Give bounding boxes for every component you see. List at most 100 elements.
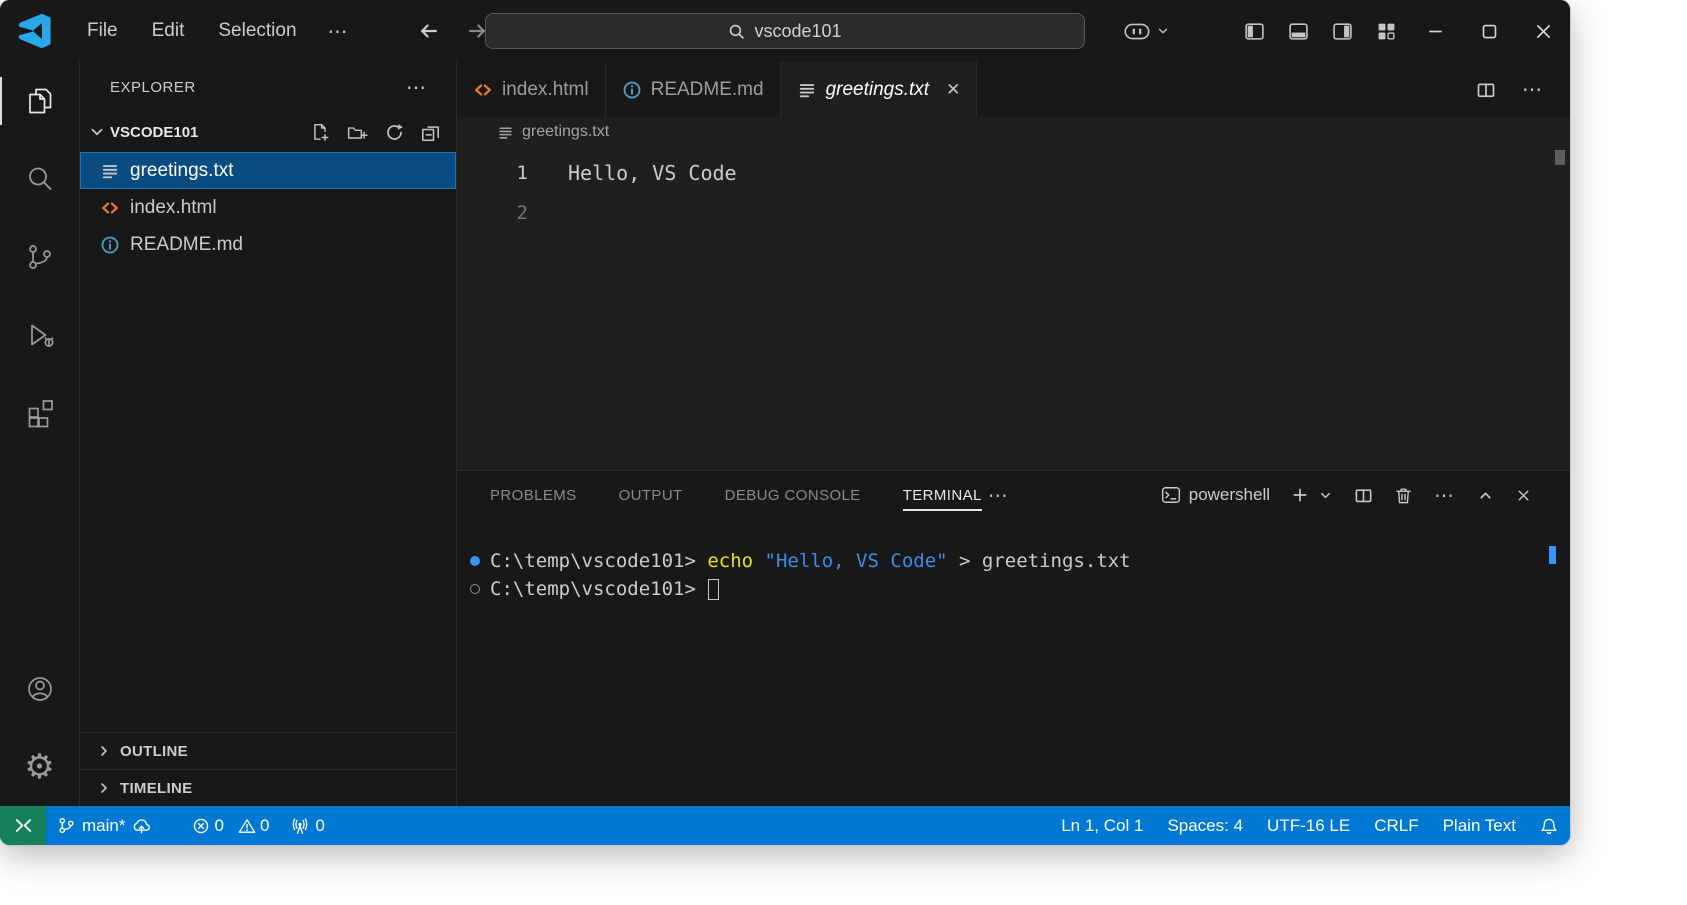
activitybar-extensions[interactable]	[0, 374, 79, 452]
text-file-icon	[100, 161, 120, 181]
close-window-button[interactable]	[1516, 0, 1570, 62]
toggle-primary-sidebar-button[interactable]	[1232, 9, 1276, 53]
toggle-panel-button[interactable]	[1276, 9, 1320, 53]
line-number: 1	[457, 162, 528, 184]
close-panel-icon[interactable]	[1515, 487, 1532, 504]
files-icon	[24, 85, 56, 117]
workspace-name: VSCODE101	[110, 124, 198, 141]
terminal-overview-decoration	[1549, 546, 1556, 564]
chevron-right-icon	[96, 780, 112, 796]
warning-count: 0	[260, 816, 269, 836]
breadcrumbs[interactable]: greetings.txt	[457, 117, 1570, 147]
timeline-section-header[interactable]: TIMELINE	[80, 769, 456, 806]
error-icon	[192, 817, 210, 835]
menu-edit[interactable]: Edit	[135, 14, 202, 48]
notifications-bell-button[interactable]	[1528, 806, 1570, 845]
split-editor-icon[interactable]	[1476, 80, 1496, 100]
copilot-icon	[1124, 22, 1150, 41]
terminal-profile-chevron-icon[interactable]	[1318, 488, 1333, 503]
panel-tabs: PROBLEMS OUTPUT DEBUG CONSOLE TERMINAL	[490, 471, 982, 519]
tab-debug-console[interactable]: DEBUG CONSOLE	[725, 471, 861, 519]
new-folder-icon[interactable]	[347, 124, 368, 141]
error-count: 0	[214, 816, 223, 836]
indentation-item[interactable]: Spaces: 4	[1155, 806, 1255, 845]
activitybar-run-debug[interactable]	[0, 296, 79, 374]
command-decoration-icon[interactable]	[470, 556, 490, 566]
menu-selection[interactable]: Selection	[201, 14, 313, 48]
tab-index-html[interactable]: index.html	[457, 62, 606, 117]
split-terminal-icon[interactable]	[1354, 486, 1373, 505]
panel-more-actions-button[interactable]: ⋯	[1434, 483, 1456, 508]
cursor-position-item[interactable]: Ln 1, Col 1	[1049, 806, 1155, 845]
tab-label: greetings.txt	[826, 79, 930, 101]
file-row-index-html[interactable]: index.html	[80, 189, 456, 226]
back-button[interactable]	[418, 20, 440, 42]
problems-status-item[interactable]: 0 0	[181, 806, 280, 845]
copilot-menu[interactable]	[1124, 22, 1170, 41]
bell-icon	[1540, 817, 1558, 835]
branch-status-item[interactable]: main*	[46, 806, 163, 845]
file-row-readme[interactable]: README.md	[80, 226, 456, 263]
menu-overflow[interactable]: ⋯	[314, 19, 364, 44]
new-file-icon[interactable]	[311, 123, 330, 142]
encoding-item[interactable]: UTF-16 LE	[1255, 806, 1362, 845]
activitybar-source-control[interactable]	[0, 218, 79, 296]
text-file-icon	[497, 124, 514, 141]
terminal-instance-item[interactable]: powershell	[1161, 485, 1270, 505]
activitybar-search[interactable]	[0, 140, 79, 218]
titlebar-right	[1124, 0, 1570, 62]
close-tab-button[interactable]: ✕	[946, 80, 960, 100]
new-terminal-icon[interactable]	[1291, 486, 1309, 504]
layout-controls	[1232, 9, 1408, 53]
tab-readme-md[interactable]: README.md	[606, 62, 781, 117]
editor-scrollbar[interactable]	[1555, 150, 1565, 165]
text-editor[interactable]: 1 Hello, VS Code 2	[457, 147, 1570, 470]
outline-label: OUTLINE	[120, 743, 188, 760]
tab-output[interactable]: OUTPUT	[619, 471, 683, 519]
chevron-right-icon	[96, 743, 112, 759]
shell-label: powershell	[1189, 485, 1270, 505]
maximize-button[interactable]	[1462, 0, 1516, 62]
git-branch-icon	[57, 816, 76, 835]
terminal-line: C:\temp\vscode101> echo "Hello, VS Code"…	[470, 547, 1570, 575]
tab-terminal[interactable]: TERMINAL	[903, 471, 982, 519]
search-icon	[728, 23, 745, 40]
language-mode-item[interactable]: Plain Text	[1431, 806, 1528, 845]
explorer-empty-space	[80, 263, 456, 732]
workspace-section-header[interactable]: VSCODE101	[80, 112, 456, 152]
file-row-greetings[interactable]: greetings.txt	[80, 152, 456, 189]
kill-terminal-trash-icon[interactable]	[1394, 486, 1413, 505]
settings-gear-button[interactable]: ⚙	[0, 728, 79, 806]
panel-more-tabs-button[interactable]: ⋯	[988, 483, 1010, 508]
tab-problems[interactable]: PROBLEMS	[490, 471, 577, 519]
tab-greetings-txt[interactable]: greetings.txt ✕	[781, 62, 978, 117]
outline-section-header[interactable]: OUTLINE	[80, 732, 456, 769]
prompt-decoration-icon[interactable]	[470, 584, 490, 594]
command-center-search[interactable]: vscode101	[485, 13, 1085, 49]
explorer-more-actions-button[interactable]: ⋯	[406, 75, 428, 100]
terminal-view[interactable]: C:\temp\vscode101> echo "Hello, VS Code"…	[457, 519, 1570, 806]
sidebar-header: EXPLORER ⋯	[80, 62, 456, 112]
menu-file[interactable]: File	[70, 14, 135, 48]
remote-icon	[15, 817, 32, 834]
accounts-button[interactable]	[0, 650, 79, 728]
text-file-icon	[797, 80, 817, 100]
remote-indicator[interactable]	[0, 806, 46, 845]
maximize-panel-chevron-icon[interactable]	[1477, 487, 1494, 504]
customize-layout-button[interactable]	[1364, 9, 1408, 53]
ports-status-item[interactable]: 0	[280, 806, 335, 845]
activitybar-explorer[interactable]	[0, 62, 79, 140]
editor-more-actions-button[interactable]: ⋯	[1522, 77, 1544, 102]
terminal-cursor	[708, 579, 719, 600]
refresh-icon[interactable]	[385, 123, 404, 142]
status-bar: main* 0 0	[0, 806, 1570, 845]
editor-group-actions: ⋯	[1476, 62, 1570, 117]
minimize-button[interactable]	[1408, 0, 1462, 62]
chevron-down-icon	[1156, 24, 1170, 38]
collapse-all-icon[interactable]	[421, 123, 440, 142]
toggle-secondary-sidebar-button[interactable]	[1320, 9, 1364, 53]
command-center-value: vscode101	[754, 21, 841, 42]
menubar: File Edit Selection ⋯	[70, 14, 364, 48]
terminal-redirect: > greetings.txt	[948, 550, 1131, 572]
eol-item[interactable]: CRLF	[1362, 806, 1430, 845]
